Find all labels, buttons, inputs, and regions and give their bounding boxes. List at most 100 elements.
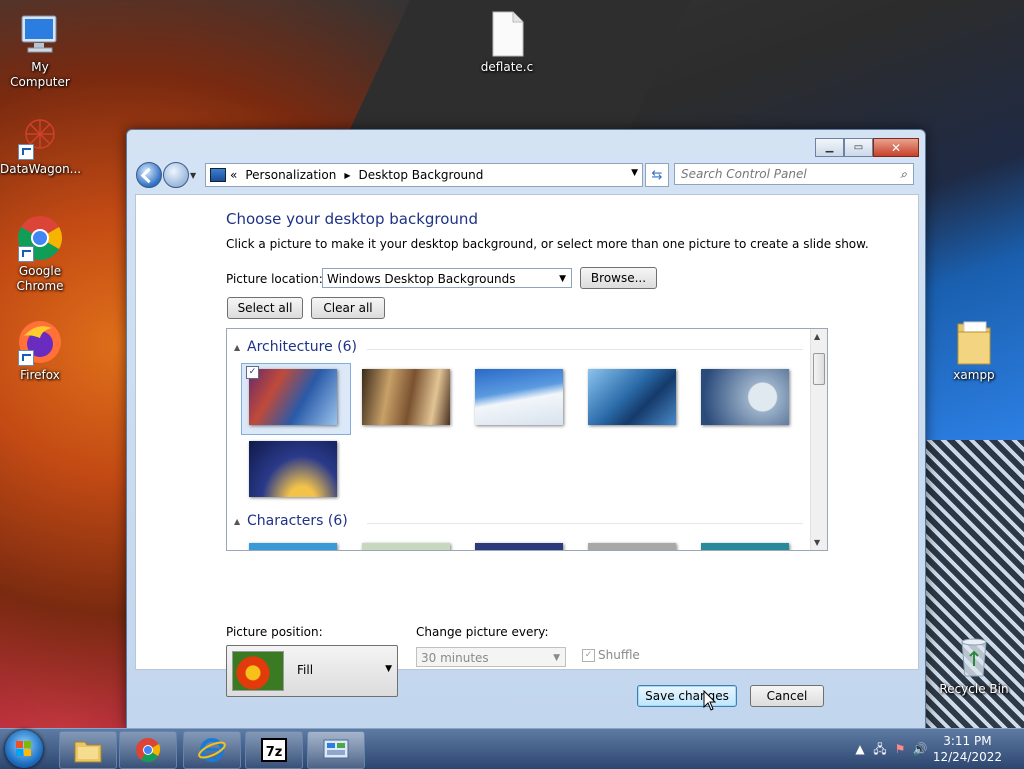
desktop-icon-datawagon[interactable]: DataWagon... [0,112,82,177]
start-button[interactable] [5,730,43,768]
thumbnail-architecture-1[interactable] [249,369,337,425]
search-icon[interactable]: ⌕ [900,167,907,182]
close-button[interactable]: ✕ [873,138,919,157]
desktop-icon-label: Firefox [20,368,60,382]
scroll-down-icon[interactable]: ▼ [814,538,820,547]
desktop-icon-deflate-c[interactable]: deflate.c [467,10,547,75]
desktop-background-window: ▁ ▭ ✕ ▼ « Personalization ▶ Desktop Back… [126,129,926,729]
thumbnail-characters-5[interactable] [701,543,789,550]
computer-icon [16,10,64,58]
minimize-icon: ▁ [825,142,834,153]
address-dropdown-icon[interactable]: ▼ [631,168,638,178]
group-divider [367,349,803,350]
desktop-icon-google-chrome[interactable]: Google Chrome [0,214,80,294]
navigation-bar: ▼ « Personalization ▶ Desktop Background… [135,160,917,190]
taskbar-7zip-button[interactable]: 7z [245,731,303,769]
page-description: Click a picture to make it your desktop … [226,237,869,251]
taskbar-chrome-button[interactable] [119,731,177,769]
shortcut-arrow-icon [18,144,34,160]
breadcrumb-prefix[interactable]: « [230,168,237,182]
search-placeholder: Search Control Panel [681,167,807,181]
clock[interactable]: 3:11 PM 12/24/2022 [933,733,1002,765]
picture-location-value: Windows Desktop Backgrounds [327,272,516,286]
picture-location-label: Picture location: [226,272,323,286]
picture-gallery: ▲ Architecture (6) ✓ ▲ Characters (6) ▲ … [226,328,828,551]
picture-position-label: Picture position: [226,625,323,639]
minimize-button[interactable]: ▁ [815,138,844,157]
refresh-button[interactable]: ⇆ [645,163,669,187]
desktop-icon-label: My Computer [10,60,70,89]
breadcrumb-personalization[interactable]: Personalization [245,168,336,182]
gallery-scrollbar[interactable]: ▲ ▼ [810,329,827,550]
taskbar: 7z ▲ 🖧 ⚑ 🔊 3:11 PM 12/24/2022 [0,728,1024,769]
scrollbar-thumb[interactable] [813,353,825,385]
collapse-triangle-icon[interactable]: ▲ [234,517,240,526]
shortcut-arrow-icon [18,350,34,366]
windows-logo-icon [16,741,32,757]
maximize-button[interactable]: ▭ [844,138,873,157]
mouse-cursor-icon [703,690,717,711]
content-pane: Choose your desktop background Click a p… [135,194,919,697]
thumbnail-architecture-6[interactable] [249,441,337,497]
change-picture-every-label: Change picture every: [416,625,549,639]
desktop-icon-label: DataWagon... [0,162,82,176]
volume-icon[interactable]: 🔊 [912,741,928,757]
system-tray: ▲ 🖧 ⚑ 🔊 3:11 PM 12/24/2022 [844,729,1024,769]
folder-icon [950,318,998,366]
taskbar-explorer-button[interactable] [59,731,117,769]
clock-date: 12/24/2022 [932,750,1002,764]
thumbnail-architecture-5[interactable] [701,369,789,425]
thumbnail-architecture-2[interactable] [362,369,450,425]
thumbnail-checkbox[interactable]: ✓ [246,366,259,379]
desktop-icon-my-computer[interactable]: My Computer [0,10,80,90]
group-header-characters[interactable]: ▲ Characters (6) [234,513,348,529]
thumbnail-characters-3[interactable] [475,543,563,550]
scroll-up-icon[interactable]: ▲ [814,332,820,341]
search-input[interactable]: Search Control Panel ⌕ [674,163,914,185]
desktop-icon-label: Google Chrome [16,264,64,293]
collapse-triangle-icon[interactable]: ▲ [234,343,240,352]
group-name: Characters (6) [247,513,348,529]
forward-button[interactable] [163,162,189,188]
shuffle-checkbox[interactable]: ✓ [582,649,595,662]
desktop-icon-xampp[interactable]: xampp [934,318,1014,383]
action-center-icon[interactable]: ⚑ [892,741,908,757]
network-icon[interactable]: 🖧 [872,741,888,757]
caption-buttons: ▁ ▭ ✕ [815,138,919,157]
back-button[interactable] [136,162,162,188]
thumbnail-characters-4[interactable] [588,543,676,550]
browse-button[interactable]: Browse... [580,267,657,289]
recent-pages-dropdown-icon[interactable]: ▼ [190,171,196,180]
picture-location-dropdown[interactable]: Windows Desktop Backgrounds ▼ [322,268,572,288]
shuffle-label: Shuffle [598,648,640,662]
thumbnail-architecture-3[interactable] [475,369,563,425]
thumbnail-characters-2[interactable] [362,543,450,550]
thumbnail-architecture-4[interactable] [588,369,676,425]
thumbnail-characters-1[interactable] [249,543,337,550]
select-all-button[interactable]: Select all [227,297,303,319]
chevron-down-icon: ▼ [553,653,560,663]
control-panel-icon [210,168,226,182]
desktop-icon-recycle-bin[interactable]: Recycle Bin [934,632,1014,697]
desktop-icon-label: xampp [953,368,995,382]
cancel-button[interactable]: Cancel [750,685,824,707]
shortcut-arrow-icon [18,246,34,262]
address-bar[interactable]: « Personalization ▶ Desktop Background ▼ [205,163,643,187]
close-icon: ✕ [890,140,902,155]
firefox-icon [16,318,64,366]
taskbar-control-panel-button[interactable] [307,731,365,769]
breadcrumb-separator-icon[interactable]: ▶ [344,171,350,180]
maximize-icon: ▭ [853,142,864,153]
page-title: Choose your desktop background [226,210,478,228]
taskbar-ie-button[interactable] [183,731,241,769]
breadcrumb-desktop-background[interactable]: Desktop Background [358,168,483,182]
group-header-architecture[interactable]: ▲ Architecture (6) [234,339,357,355]
show-hidden-icons-icon[interactable]: ▲ [852,741,868,757]
internet-explorer-icon [198,738,226,762]
footer-bar: Save changes Cancel [135,670,917,718]
change-picture-every-dropdown[interactable]: 30 minutes ▼ [416,647,566,667]
desktop-icon-firefox[interactable]: Firefox [0,318,80,383]
clear-all-button[interactable]: Clear all [311,297,385,319]
save-changes-button[interactable]: Save changes [637,685,737,707]
refresh-icon: ⇆ [651,167,663,183]
